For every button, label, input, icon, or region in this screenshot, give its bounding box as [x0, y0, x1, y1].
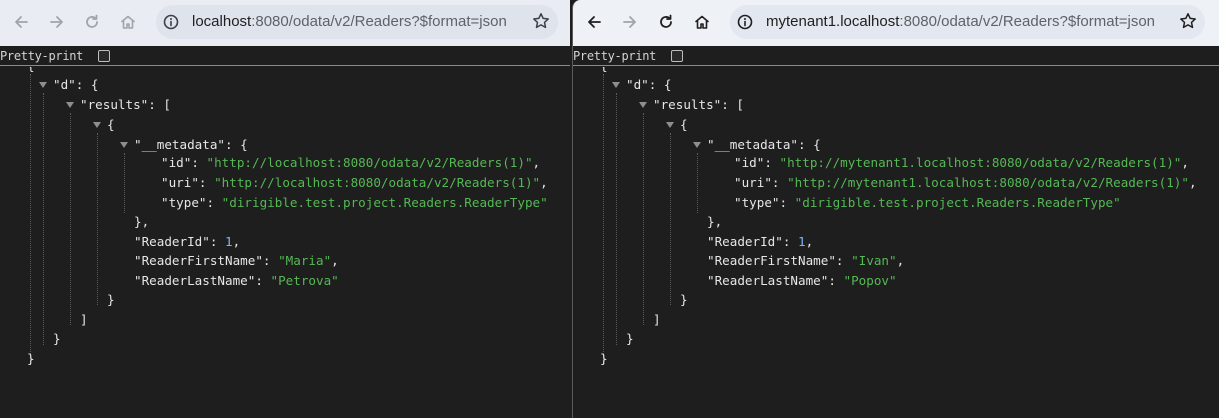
reload-icon: [86, 14, 98, 28]
json-line-uri: "uri": "http://localhost:8080/odata/v2/R…: [161, 175, 548, 190]
reload-icon: [660, 14, 672, 28]
json-root-open: {: [600, 67, 608, 76]
forward-arrow-icon: [623, 16, 636, 28]
json-line-type: "type": "dirigible.test.project.Readers.…: [161, 195, 548, 210]
browser-toolbar: mytenant1.localhost:8080/odata/v2/Reader…: [573, 0, 1219, 46]
pretty-print-checkbox[interactable]: [98, 50, 110, 62]
url-host: mytenant1.localhost: [766, 13, 900, 30]
forward-button[interactable]: [615, 7, 645, 37]
browser-toolbar: localhost:8080/odata/v2/Readers?$format=…: [0, 0, 570, 46]
reload-button[interactable]: [77, 7, 107, 37]
json-line-id: "id": "http://localhost:8080/odata/v2/Re…: [161, 155, 541, 170]
forward-button[interactable]: [42, 7, 72, 37]
json-line-metadata: "__metadata": {: [707, 137, 821, 152]
indent-guide: [643, 113, 644, 325]
json-line-type: "type": "dirigible.test.project.Readers.…: [734, 195, 1121, 210]
url-path: :8080/odata/v2/Readers?$format=json: [899, 13, 1156, 30]
indent-guide: [697, 153, 698, 213]
expand-triangle-icon[interactable]: [66, 102, 74, 108]
json-line-results: "results": [: [80, 97, 171, 112]
json-line-d: "d": {: [53, 77, 99, 92]
pretty-print-bar: Pretty-print: [0, 46, 570, 66]
browser-window-right: mytenant1.localhost:8080/odata/v2/Reader…: [572, 0, 1219, 418]
indent-guide: [603, 74, 604, 364]
pretty-print-label: Pretty-print: [573, 49, 657, 63]
json-line-results: "results": [: [653, 97, 744, 112]
json-line-d: "d": {: [626, 77, 672, 92]
pretty-print-checkbox[interactable]: [671, 50, 683, 62]
home-button[interactable]: [687, 7, 717, 37]
expand-triangle-icon[interactable]: [693, 142, 701, 148]
json-item-open: {: [680, 117, 688, 132]
home-icon: [121, 15, 135, 29]
address-bar[interactable]: localhost:8080/odata/v2/Readers?$format=…: [156, 5, 558, 39]
back-arrow-icon: [15, 16, 28, 28]
site-info-icon[interactable]: [163, 14, 179, 30]
star-icon[interactable]: [1179, 12, 1197, 30]
json-root-open: {: [27, 67, 35, 76]
json-metadata-close: },: [134, 214, 150, 229]
pretty-print-label: Pretty-print: [0, 49, 84, 63]
forward-arrow-icon: [50, 16, 63, 28]
json-d-close: }: [53, 331, 61, 346]
expand-triangle-icon[interactable]: [639, 102, 647, 108]
json-root-close: }: [600, 351, 608, 366]
json-root-close: }: [27, 351, 35, 366]
indent-guide: [30, 74, 31, 364]
expand-triangle-icon[interactable]: [666, 122, 674, 128]
browser-window-left: localhost:8080/odata/v2/Readers?$format=…: [0, 0, 570, 418]
json-line-readerid: "ReaderId": 1,: [134, 234, 241, 249]
json-d-close: }: [626, 331, 634, 346]
expand-triangle-icon[interactable]: [612, 82, 620, 88]
json-line-firstname: "ReaderFirstName": "Maria",: [134, 253, 339, 268]
star-icon[interactable]: [532, 12, 550, 30]
reload-button[interactable]: [651, 7, 681, 37]
indent-guide: [70, 113, 71, 325]
json-item-close: }: [680, 292, 688, 307]
back-button[interactable]: [579, 7, 609, 37]
site-info-icon[interactable]: [737, 14, 753, 30]
json-line-uri: "uri": "http://mytenant1.localhost:8080/…: [734, 175, 1197, 190]
json-line-firstname: "ReaderFirstName": "Ivan",: [707, 253, 905, 268]
json-line-readerid: "ReaderId": 1,: [707, 234, 814, 249]
pretty-print-bar: Pretty-print: [573, 46, 1219, 66]
home-button[interactable]: [113, 7, 143, 37]
address-bar[interactable]: mytenant1.localhost:8080/odata/v2/Reader…: [730, 5, 1205, 39]
json-line-lastname: "ReaderLastName": "Popov": [707, 273, 897, 288]
url-path: :8080/odata/v2/Readers?$format=json: [251, 13, 507, 30]
url-text[interactable]: localhost:8080/odata/v2/Readers?$format=…: [192, 13, 507, 31]
back-arrow-icon: [588, 16, 601, 28]
indent-guide: [616, 93, 617, 345]
home-icon: [695, 15, 709, 29]
indent-guide: [43, 93, 44, 345]
json-results-close: ]: [80, 312, 88, 327]
indent-guide: [670, 133, 671, 305]
json-viewer: { "d": { "results": [ { "__metadata": { …: [573, 67, 1219, 418]
expand-triangle-icon[interactable]: [93, 122, 101, 128]
json-line-lastname: "ReaderLastName": "Petrova": [134, 273, 339, 288]
indent-guide: [124, 153, 125, 213]
expand-triangle-icon[interactable]: [120, 142, 128, 148]
json-viewer: { "d": { "results": [ { "__metadata": { …: [0, 67, 570, 418]
url-text[interactable]: mytenant1.localhost:8080/odata/v2/Reader…: [766, 13, 1155, 31]
url-host: localhost: [192, 13, 252, 30]
json-item-close: }: [107, 292, 115, 307]
indent-guide: [97, 133, 98, 305]
json-line-id: "id": "http://mytenant1.localhost:8080/o…: [734, 155, 1189, 170]
expand-triangle-icon[interactable]: [39, 82, 47, 88]
back-button[interactable]: [6, 7, 36, 37]
json-results-close: ]: [653, 312, 661, 327]
json-item-open: {: [107, 117, 115, 132]
json-line-metadata: "__metadata": {: [134, 137, 248, 152]
json-metadata-close: },: [707, 214, 723, 229]
